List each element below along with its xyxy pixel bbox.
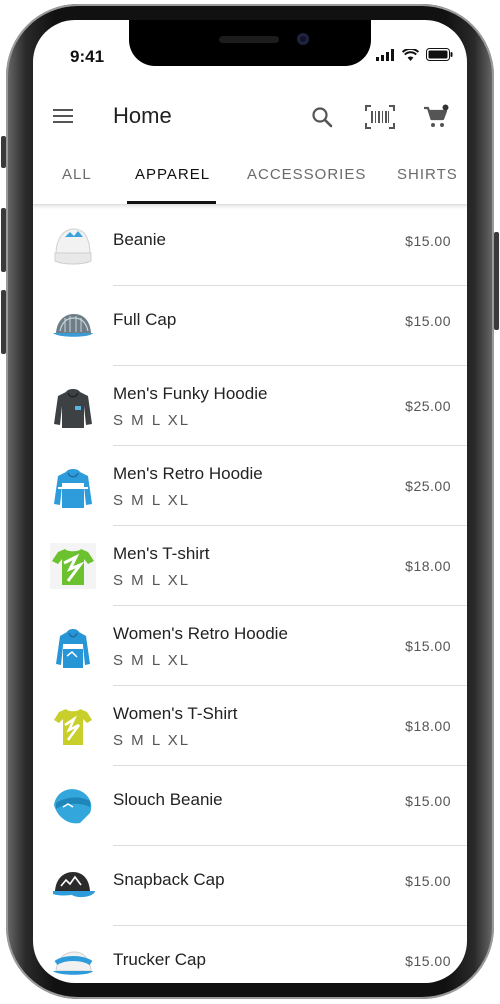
product-name: Women's T-Shirt: [113, 704, 238, 723]
product-price: $15.00: [405, 638, 451, 654]
product-price: $15.00: [405, 873, 451, 889]
barcode-scanner-icon[interactable]: [365, 102, 395, 132]
cap-icon: [53, 314, 93, 337]
product-sizes: S M L XL: [113, 652, 191, 669]
screen: 9:41 Home ALL APPAREL ACCESSORIES SHIRTS…: [33, 20, 467, 983]
beanie-icon: [54, 228, 92, 265]
product-name: Men's T-shirt: [113, 544, 210, 563]
product-item[interactable]: Women's T-Shirt S M L XL $18.00: [33, 686, 467, 766]
tab-shirts[interactable]: SHIRTS: [397, 148, 458, 204]
tab-accessories[interactable]: ACCESSORIES: [247, 148, 366, 204]
product-item[interactable]: Men's Retro Hoodie S M L XL $25.00: [33, 446, 467, 526]
silent-switch: [1, 136, 6, 168]
front-camera: [297, 33, 309, 45]
hoodie-icon: [54, 469, 92, 508]
app-bar: Home: [33, 86, 467, 148]
cart-badge-dot: [442, 104, 449, 111]
hoodie-icon: [56, 629, 90, 668]
speaker: [219, 36, 279, 43]
product-item[interactable]: Trucker Cap $15.00: [33, 926, 467, 983]
cap-icon: [53, 951, 93, 975]
category-tabs: ALL APPAREL ACCESSORIES SHIRTS: [33, 148, 467, 205]
beanie-icon: [54, 789, 92, 824]
wifi-icon: [402, 48, 419, 61]
power-button: [494, 232, 499, 330]
cart-icon[interactable]: [421, 102, 451, 132]
product-price: $18.00: [405, 718, 451, 734]
status-icons: [376, 48, 453, 61]
product-name: Trucker Cap: [113, 950, 206, 969]
battery-icon: [426, 48, 453, 61]
tab-apparel[interactable]: APPAREL: [135, 148, 210, 204]
product-name: Snapback Cap: [113, 870, 225, 889]
product-price: $25.00: [405, 478, 451, 494]
product-item[interactable]: Full Cap $15.00: [33, 286, 467, 366]
product-item[interactable]: Men's T-shirt S M L XL $18.00: [33, 526, 467, 606]
product-price: $18.00: [405, 558, 451, 574]
product-sizes: S M L XL: [113, 572, 191, 589]
product-item[interactable]: Women's Retro Hoodie S M L XL $15.00: [33, 606, 467, 686]
product-sizes: S M L XL: [113, 412, 191, 429]
tab-all[interactable]: ALL: [62, 148, 92, 204]
product-name: Slouch Beanie: [113, 790, 223, 809]
tshirt-icon: [50, 543, 96, 589]
product-price: $15.00: [405, 953, 451, 969]
cap-icon: [53, 872, 95, 898]
product-item[interactable]: Men's Funky Hoodie S M L XL $25.00: [33, 366, 467, 446]
product-sizes: S M L XL: [113, 732, 191, 749]
product-name: Full Cap: [113, 310, 177, 329]
status-bar: 9:41: [33, 20, 467, 86]
product-item[interactable]: Beanie $15.00: [33, 206, 467, 286]
hoodie-icon: [54, 389, 92, 428]
volume-down-button: [1, 290, 6, 354]
product-name: Beanie: [113, 230, 166, 249]
cellular-signal-icon: [376, 48, 394, 61]
product-name: Men's Retro Hoodie: [113, 464, 263, 483]
status-time: 9:41: [70, 47, 105, 66]
product-price: $15.00: [405, 793, 451, 809]
product-item[interactable]: Slouch Beanie $15.00: [33, 766, 467, 846]
product-name: Men's Funky Hoodie: [113, 384, 268, 403]
product-item[interactable]: Snapback Cap $15.00: [33, 846, 467, 926]
volume-up-button: [1, 208, 6, 272]
tshirt-icon: [54, 709, 92, 745]
product-sizes: S M L XL: [113, 492, 191, 509]
page-title: Home: [113, 103, 172, 128]
menu-icon[interactable]: [51, 106, 75, 126]
product-name: Women's Retro Hoodie: [113, 624, 288, 643]
product-price: $25.00: [405, 398, 451, 414]
product-price: $15.00: [405, 313, 451, 329]
notch: [129, 20, 371, 66]
product-price: $15.00: [405, 233, 451, 249]
active-tab-indicator: [127, 201, 216, 204]
search-icon[interactable]: [307, 102, 337, 132]
